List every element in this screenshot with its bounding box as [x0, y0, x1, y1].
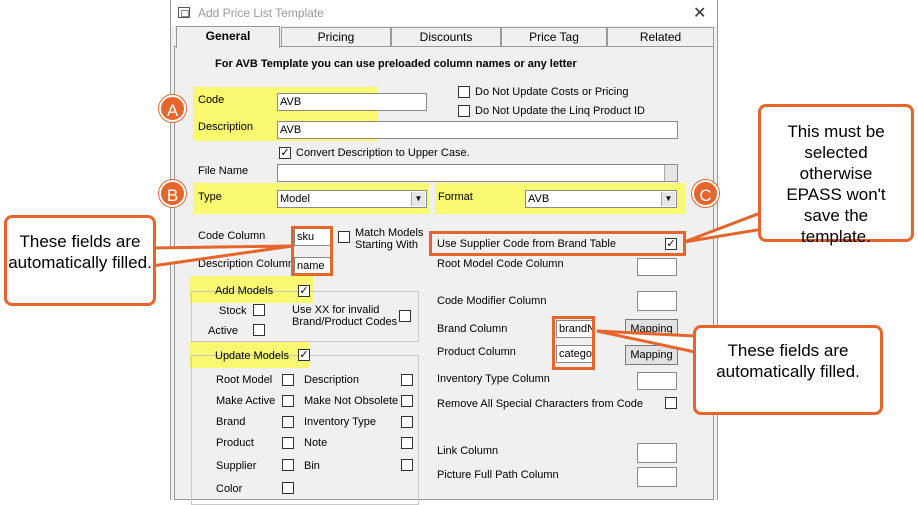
active-label: Active: [208, 325, 238, 337]
title-bar: Add Price List Template ✕: [171, 0, 717, 26]
description-update-checkbox[interactable]: [401, 374, 413, 386]
remove-special-chars-checkbox[interactable]: [665, 397, 677, 409]
tab-discounts[interactable]: Discounts: [391, 27, 501, 46]
code-modifier-column-label: Code Modifier Column: [437, 295, 547, 307]
type-label: Type: [198, 191, 222, 203]
brand-label: Brand: [216, 416, 246, 428]
dont-update-costs-checkbox[interactable]: [458, 86, 470, 98]
type-value: Model: [280, 193, 310, 205]
window-title: Add Price List Template: [198, 6, 324, 20]
root-model-code-column-field[interactable]: [637, 258, 677, 276]
supplier-checkbox[interactable]: [282, 459, 294, 471]
active-checkbox[interactable]: [253, 324, 265, 336]
root-model-code-column-label: Root Model Code Column: [437, 258, 564, 270]
file-name-label: File Name: [198, 165, 249, 177]
description-update-label: Description: [304, 374, 360, 386]
brand-checkbox[interactable]: [282, 416, 294, 428]
annotation-box-brand-product: [552, 316, 595, 370]
inventory-type-column-field[interactable]: [637, 372, 677, 390]
link-column-field[interactable]: [637, 443, 677, 463]
stock-checkbox[interactable]: [253, 304, 265, 316]
code-column-label: Code Column: [198, 230, 266, 242]
color-checkbox[interactable]: [282, 482, 294, 494]
convert-upper-checkbox[interactable]: ✓: [279, 147, 291, 159]
dont-update-linq-checkbox[interactable]: [458, 105, 470, 117]
make-active-label: Make Active: [216, 395, 276, 407]
tab-price-tag[interactable]: Price Tag: [501, 27, 607, 46]
left-callout: These fields are automatically filled.: [4, 215, 156, 306]
use-xx-checkbox[interactable]: [399, 310, 411, 322]
stock-label: Stock: [219, 305, 247, 317]
root-model-checkbox[interactable]: [282, 374, 294, 386]
file-browse-button[interactable]: [664, 165, 677, 181]
use-xx-label: Use XX for invalid Brand/Product Codes: [292, 304, 398, 328]
dont-update-linq-label: Do Not Update the Linq Product ID: [475, 105, 645, 117]
match-models-checkbox[interactable]: [338, 231, 350, 243]
make-active-checkbox[interactable]: [282, 395, 294, 407]
tab-general[interactable]: General: [176, 26, 280, 48]
product-mapping-button[interactable]: Mapping: [625, 345, 678, 365]
inventory-type-label: Inventory Type: [304, 416, 376, 428]
product-column-label: Product Column: [437, 346, 516, 358]
annotation-box-code-columns: [291, 226, 333, 276]
match-models-label: Match Models Starting With: [355, 227, 424, 251]
bin-checkbox[interactable]: [401, 459, 413, 471]
link-column-label: Link Column: [437, 445, 499, 457]
badge-c: C: [692, 180, 719, 207]
add-models-checkbox[interactable]: ✓: [298, 285, 310, 297]
badge-a: A: [159, 95, 186, 122]
description-label: Description: [198, 121, 254, 133]
tab-strip: General Pricing Discounts Price Tag Rela…: [174, 26, 714, 48]
chevron-down-icon: ▼: [411, 192, 425, 206]
brand-mapping-button[interactable]: Mapping: [625, 319, 678, 339]
format-label: Format: [438, 191, 473, 203]
annotation-box-use-supplier-code: [429, 231, 686, 256]
inventory-type-checkbox[interactable]: [401, 416, 413, 428]
color-label: Color: [216, 483, 243, 495]
tab-related[interactable]: Related: [607, 27, 714, 46]
general-panel: For AVB Template you can use preloaded c…: [174, 46, 714, 505]
code-label: Code: [198, 94, 225, 106]
bin-label: Bin: [304, 460, 320, 472]
update-models-checkbox[interactable]: ✓: [298, 349, 310, 361]
inventory-type-column-label: Inventory Type Column: [437, 373, 550, 385]
note-checkbox[interactable]: [401, 437, 413, 449]
update-models-label: Update Models: [215, 350, 289, 362]
right-callout: These fields are automatically filled.: [693, 325, 883, 415]
header-note: For AVB Template you can use preloaded c…: [215, 58, 577, 70]
dont-update-costs-label: Do Not Update Costs or Pricing: [475, 86, 629, 98]
product-label: Product: [216, 437, 254, 449]
description-column-label: Description Column: [198, 258, 294, 270]
add-models-label: Add Models: [215, 285, 274, 297]
top-right-callout: This must be selected otherwise EPASS wo…: [758, 104, 914, 246]
remove-special-chars-label: Remove All Special Characters from Code: [437, 398, 644, 410]
make-not-obsolete-checkbox[interactable]: [401, 395, 413, 407]
file-name-field[interactable]: [277, 164, 678, 182]
format-value: AVB: [528, 193, 550, 205]
convert-upper-label: Convert Description to Upper Case.: [296, 147, 470, 159]
note-label: Note: [304, 437, 328, 449]
app-icon: [178, 7, 190, 18]
type-select[interactable]: Model ▼: [277, 190, 427, 208]
close-icon[interactable]: ✕: [693, 3, 706, 23]
tab-pricing[interactable]: Pricing: [281, 27, 391, 46]
code-modifier-column-field[interactable]: [637, 291, 677, 311]
product-checkbox[interactable]: [282, 437, 294, 449]
picture-full-path-field[interactable]: [637, 467, 677, 487]
brand-column-label: Brand Column: [437, 323, 508, 335]
badge-b: B: [159, 180, 186, 207]
supplier-label: Supplier: [216, 460, 257, 472]
description-field[interactable]: AVB: [277, 121, 678, 139]
chevron-down-icon: ▼: [661, 192, 675, 206]
root-model-label: Root Model: [216, 374, 273, 386]
picture-full-path-label: Picture Full Path Column: [437, 469, 559, 481]
code-field[interactable]: AVB: [277, 93, 427, 111]
make-not-obsolete-label: Make Not Obsolete: [304, 395, 399, 407]
format-select[interactable]: AVB ▼: [525, 190, 677, 208]
